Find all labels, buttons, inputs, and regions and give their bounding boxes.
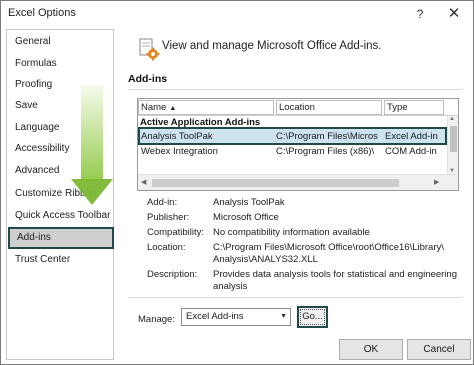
cell-location: C:\Program Files (x86)\ xyxy=(276,146,375,157)
label-location: Location: xyxy=(147,242,186,253)
go-button-focus-ring xyxy=(300,309,325,325)
gear-puzzle-icon xyxy=(139,38,160,61)
label-description: Description: xyxy=(147,269,198,280)
label-compatibility: Compatibility: xyxy=(147,227,205,238)
table-row[interactable]: Analysis ToolPak C:\Program Files\Micros… xyxy=(138,127,447,145)
horizontal-scrollbar[interactable]: ◀ ▶ xyxy=(138,174,458,190)
add-ins-list[interactable]: Name ▲ Location Type Active Application A… xyxy=(137,98,459,191)
panel-header: View and manage Microsoft Office Add-ins… xyxy=(162,40,382,52)
manage-dropdown-value: Excel Add-ins xyxy=(186,311,244,322)
column-header-type[interactable]: Type xyxy=(384,100,444,115)
go-button[interactable]: Go... xyxy=(297,306,328,328)
cell-location: C:\Program Files\Micros xyxy=(276,131,378,142)
nav-item-general[interactable]: General xyxy=(15,36,113,47)
scroll-up-icon[interactable]: ▲ xyxy=(449,116,455,122)
sort-ascending-icon: ▲ xyxy=(169,105,177,112)
cell-name: Analysis ToolPak xyxy=(141,131,213,142)
scroll-thumb[interactable] xyxy=(450,126,457,152)
vertical-scrollbar[interactable]: ▲ ▼ xyxy=(447,116,458,174)
excel-options-dialog: Excel Options ? ✕ General Formulas Proof… xyxy=(0,0,474,365)
dropdown-arrow-icon: ▼ xyxy=(280,313,287,320)
add-ins-panel: View and manage Microsoft Office Add-ins… xyxy=(122,29,471,360)
nav-item-trust-center[interactable]: Trust Center xyxy=(15,254,113,265)
annotation-arrow-shaft xyxy=(81,85,103,181)
ok-button[interactable]: OK xyxy=(339,339,403,360)
column-label-name: Name xyxy=(141,102,167,113)
cancel-button[interactable]: Cancel xyxy=(407,339,471,360)
label-add-in: Add-in: xyxy=(147,197,178,208)
value-publisher: Microsoft Office xyxy=(213,212,279,223)
list-header: Name ▲ Location Type xyxy=(138,99,458,116)
section-divider xyxy=(128,89,462,90)
manage-divider xyxy=(128,297,462,298)
scroll-corner xyxy=(447,175,458,190)
annotation-arrow-icon xyxy=(71,179,113,205)
section-title-add-ins: Add-ins xyxy=(128,73,168,85)
scroll-right-icon[interactable]: ▶ xyxy=(434,178,439,186)
table-row[interactable]: Webex Integration C:\Program Files (x86)… xyxy=(138,145,447,159)
close-button[interactable]: ✕ xyxy=(441,4,467,24)
value-description: Provides data analysis tools for statist… xyxy=(213,269,457,292)
value-compatibility: No compatibility information available xyxy=(213,227,370,238)
value-add-in: Analysis ToolPak xyxy=(213,197,285,208)
column-header-name[interactable]: Name ▲ xyxy=(138,100,274,115)
title-bar: Excel Options ? ✕ xyxy=(1,1,473,27)
value-location: C:\Program Files\Microsoft Office\root\O… xyxy=(213,242,444,265)
nav-item-add-ins[interactable]: Add-ins xyxy=(8,227,114,249)
column-header-location[interactable]: Location xyxy=(276,100,382,115)
window-title: Excel Options xyxy=(8,7,76,19)
cell-name: Webex Integration xyxy=(141,146,218,157)
nav-item-formulas[interactable]: Formulas xyxy=(15,58,113,69)
manage-dropdown[interactable]: Excel Add-ins ▼ xyxy=(181,308,291,326)
cell-type: Excel Add-in xyxy=(385,131,438,142)
label-publisher: Publisher: xyxy=(147,212,190,223)
help-button[interactable]: ? xyxy=(409,4,431,24)
cell-type: COM Add-in xyxy=(385,146,437,157)
manage-label: Manage: xyxy=(138,314,175,325)
scroll-left-icon[interactable]: ◀ xyxy=(141,178,146,186)
nav-item-quick-access-toolbar[interactable]: Quick Access Toolbar xyxy=(15,210,113,221)
scroll-thumb-horizontal[interactable] xyxy=(152,179,399,187)
